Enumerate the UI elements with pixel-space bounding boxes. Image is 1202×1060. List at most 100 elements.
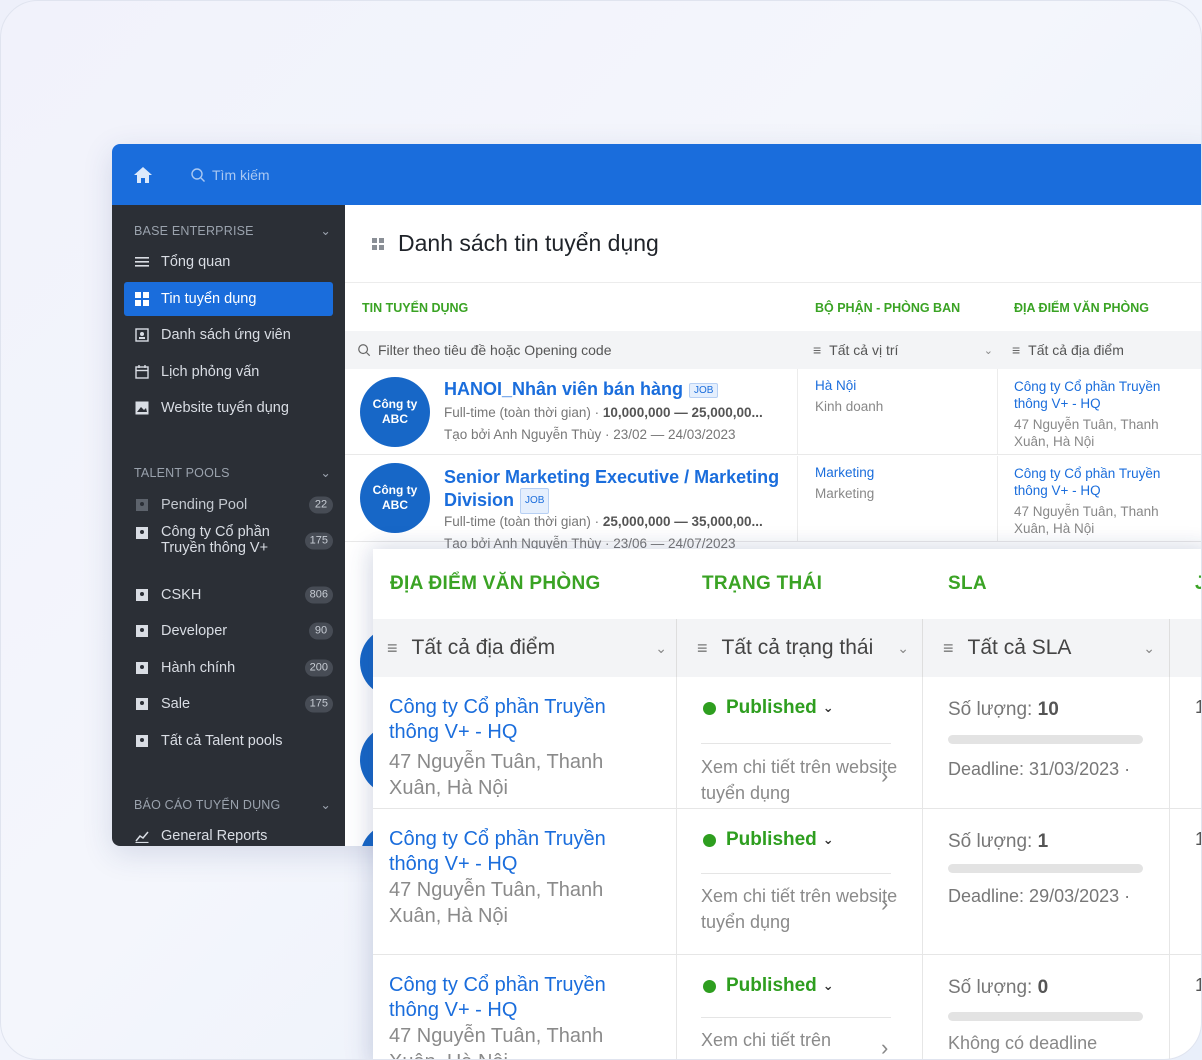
sidebar-item-candidates[interactable]: Danh sách ứng viên: [124, 318, 333, 352]
sidebar-item-label: Sale: [161, 696, 191, 712]
list-icon: ≡: [1012, 342, 1021, 358]
chevron-down-icon: ⌄: [320, 798, 331, 812]
sidebar-item-label: General Reports: [161, 828, 268, 844]
sidebar-item-general-reports[interactable]: General Reports: [124, 819, 333, 846]
chevron-right-icon[interactable]: ›: [881, 1035, 888, 1059]
progress-bar: [948, 1012, 1143, 1021]
count-badge: 175: [304, 532, 333, 550]
sidebar-item-career-site[interactable]: Website tuyển dụng: [124, 391, 333, 425]
table-row[interactable]: Công ty Cổ phần Truyền thông V+ - HQ 47 …: [373, 955, 1201, 1059]
divider: [1169, 619, 1170, 677]
job-salary: 10,000,000 — 25,000,00...: [602, 405, 763, 420]
location-name[interactable]: Công ty Cổ phần Truyền thông V+ - HQ: [1014, 465, 1184, 499]
dept-cell: Marketing Marketing: [815, 465, 874, 501]
sidebar-item-pool[interactable]: Pending Pool 22: [124, 488, 333, 522]
column-header-location[interactable]: ĐỊA ĐIỂM VĂN PHÒNG: [1014, 301, 1149, 315]
chevron-right-icon[interactable]: ›: [881, 891, 888, 917]
status-dot: [703, 701, 716, 715]
location-address: 47 Nguyễn Tuân, Thanh Xuân, Hà Nội: [389, 879, 604, 927]
job-type: Full-time (toàn thời gian) ·: [444, 514, 603, 529]
section-base-enterprise[interactable]: BASE ENTERPRISE ⌄: [134, 223, 331, 239]
dept-name[interactable]: Marketing: [815, 465, 874, 480]
status-dropdown[interactable]: Published ⌄: [703, 829, 834, 851]
location-name[interactable]: Công ty Cổ phần Truyền thông V+ - HQ: [1014, 378, 1184, 412]
chevron-down-icon: ⌄: [1143, 639, 1155, 656]
location-filter-select[interactable]: ≡ Tất cả địa điểm ⌄: [387, 619, 667, 677]
location-name[interactable]: Công ty Cổ phần Truyền thông V+ - HQ: [389, 973, 649, 1023]
sidebar-item-overview[interactable]: Tổng quan: [124, 245, 333, 279]
quantity: Số lượng: 10: [948, 699, 1059, 721]
column-header-next[interactable]: J: [1195, 573, 1201, 595]
filter-value: Tất cả địa điểm: [411, 636, 556, 659]
sidebar-item-all-pools[interactable]: Tất cả Talent pools: [124, 724, 333, 758]
job-title[interactable]: HANOI_Nhân viên bán hàng JOB: [444, 379, 719, 400]
sla-filter-select[interactable]: ≡ Tất cả SLA ⌄: [943, 619, 1155, 677]
company-logo: Công ty ABC: [360, 463, 430, 533]
sidebar-item-jobs[interactable]: Tin tuyển dụng: [124, 282, 333, 316]
location-cell: Công ty Cổ phần Truyền thông V+ - HQ 47 N…: [1014, 378, 1184, 450]
location-name[interactable]: Công ty Cổ phần Truyền thông V+ - HQ: [389, 695, 649, 745]
dept-sub: Kinh doanh: [815, 399, 884, 414]
job-badge: JOB: [520, 488, 550, 514]
sidebar-item-pool[interactable]: CSKH 806: [124, 578, 333, 612]
progress-bar: [948, 735, 1143, 744]
column-header-dept[interactable]: BỘ PHẬN - PHÒNG BAN: [815, 301, 960, 315]
column-header-status[interactable]: TRẠNG THÁI: [702, 573, 822, 595]
page-title: Danh sách tin tuyển dụng: [398, 230, 659, 256]
company-logo: Công ty ABC: [360, 377, 430, 447]
sidebar-item-pool[interactable]: Sale 175: [124, 687, 333, 721]
page-header: Danh sách tin tuyển dụng: [345, 205, 1201, 283]
deadline: Deadline: 29/03/2023 ·: [948, 886, 1131, 906]
dept-filter-select[interactable]: ≡ Tất cả vị trí ⌄: [813, 331, 993, 369]
view-on-career-site-link[interactable]: Xem chi tiết trên website tuyển dụng: [701, 754, 901, 806]
job-title[interactable]: Senior Marketing Executive / Marketing D…: [444, 466, 794, 514]
sidebar-item-interviews[interactable]: Lịch phỏng vấn: [124, 355, 333, 389]
job-filter-input[interactable]: Filter theo tiêu đề hoặc Opening code: [357, 331, 612, 369]
home-icon[interactable]: [133, 166, 153, 184]
sidebar-item-pool[interactable]: Công ty Cổ phần Truyền thông V+ 175: [124, 519, 333, 563]
column-header-sla[interactable]: SLA: [948, 573, 987, 595]
sidebar-item-label: Hành chính: [161, 660, 236, 676]
quantity-label: Số lượng:: [948, 699, 1038, 720]
list-icon: ≡: [813, 342, 822, 358]
filter-value: Tất cả trạng thái: [721, 636, 874, 659]
table-row[interactable]: Công ty Cổ phần Truyền thông V+ - HQ 47 …: [373, 809, 1201, 955]
sidebar-item-label: Pending Pool: [161, 497, 248, 513]
list-icon: ≡: [387, 637, 398, 658]
column-header-job[interactable]: TIN TUYỂN DỤNG: [362, 301, 468, 315]
search-box[interactable]: Tìm kiếm: [190, 167, 270, 183]
sidebar-item-pool[interactable]: Developer 90: [124, 614, 333, 648]
section-reports[interactable]: BÁO CÁO TUYỂN DỤNG ⌄: [134, 797, 331, 813]
dept-sub: Marketing: [815, 486, 875, 501]
count-badge: 175: [304, 695, 333, 713]
table-row[interactable]: Công ty ABC HANOI_Nhân viên bán hàng JOB …: [345, 369, 1201, 455]
table-row[interactable]: Công ty Cổ phần Truyền thông V+ - HQ 47 …: [373, 677, 1201, 809]
sidebar-item-pool[interactable]: Hành chính 200: [124, 651, 333, 685]
table-row[interactable]: Công ty ABC Senior Marketing Executive /…: [345, 456, 1201, 551]
filter-row: Filter theo tiêu đề hoặc Opening code ≡ …: [345, 331, 1201, 369]
column-header-location[interactable]: ĐỊA ĐIỂM VĂN PHÒNG: [390, 573, 601, 595]
contact-card-icon: [136, 499, 148, 511]
job-salary: 25,000,000 — 35,000,00...: [602, 514, 763, 529]
sidebar-item-label: Tất cả Talent pools: [161, 733, 283, 749]
status-dropdown[interactable]: Published ⌄: [703, 697, 834, 719]
location-filter-select[interactable]: ≡ Tất cả địa điểm ⌄: [1012, 331, 1201, 369]
truncated-value: 1: [1195, 975, 1201, 996]
divider: [701, 1017, 891, 1018]
section-talent-pools[interactable]: TALENT POOLS ⌄: [134, 465, 331, 481]
contact-card-icon: [136, 698, 148, 710]
chevron-right-icon[interactable]: ›: [881, 763, 888, 789]
deadline: Không có deadline: [948, 1033, 1098, 1053]
view-on-career-site-link[interactable]: Xem chi tiết trên: [701, 1027, 901, 1053]
location-name[interactable]: Công ty Cổ phần Truyền thông V+ - HQ: [389, 827, 649, 877]
contact-card-icon: [136, 527, 148, 539]
quantity-value: 10: [1037, 699, 1059, 720]
sidebar-item-label: Developer: [161, 623, 228, 639]
sidebar-item-label: Danh sách ứng viên: [161, 327, 291, 343]
status-filter-select[interactable]: ≡ Tất cả trạng thái ⌄: [697, 619, 909, 677]
list-icon: ≡: [697, 637, 708, 658]
dept-name[interactable]: Hà Nội: [815, 378, 883, 393]
status-dropdown[interactable]: Published ⌄: [703, 975, 834, 997]
chevron-down-icon: ⌄: [822, 832, 834, 847]
view-on-career-site-link[interactable]: Xem chi tiết trên website tuyển dụng: [701, 883, 901, 935]
